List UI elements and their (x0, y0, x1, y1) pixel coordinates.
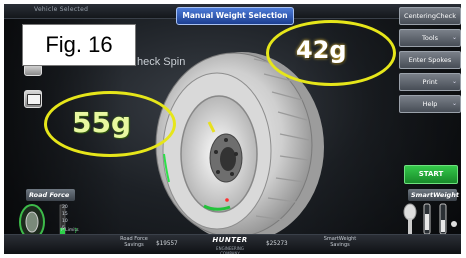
road-force-button[interactable]: Road Force (26, 189, 75, 201)
hunter-tagline: ENGINEERING COMPANY (216, 246, 244, 254)
smartweight-savings-label: SmartWeight Savings (323, 236, 357, 248)
print-button[interactable]: Print ⌄ (399, 73, 461, 91)
left-weight-highlight (44, 91, 176, 157)
enter-spokes-button[interactable]: Enter Spokes (399, 51, 461, 69)
figure-label: Fig. 16 (22, 24, 136, 66)
right-weight-highlight (266, 20, 396, 86)
hunter-logo: HUNTER (212, 236, 248, 244)
smartweight-savings-value: $25273 (266, 240, 288, 247)
right-menu: CenteringCheck Tools ⌄ Enter Spokes Print… (399, 7, 461, 117)
chevron-down-icon: ⌄ (451, 100, 457, 107)
start-button[interactable]: START (404, 165, 458, 184)
road-force-savings-value: $19557 (156, 240, 178, 247)
laser-dot (225, 198, 229, 202)
help-button[interactable]: Help ⌄ (399, 95, 461, 113)
figure-frame: Vehicle Selected Manual Weight Selection (0, 0, 466, 258)
smartweight-button[interactable]: SmartWeight (408, 189, 459, 201)
tools-button[interactable]: Tools ⌄ (399, 29, 461, 47)
centering-check-button[interactable]: CenteringCheck (399, 7, 461, 25)
chevron-down-icon: ⌄ (451, 34, 457, 41)
manual-book-icon[interactable] (24, 90, 42, 108)
road-force-savings-label: Road Force Savings (120, 236, 148, 248)
hub-cap (220, 147, 236, 171)
chevron-down-icon: ⌄ (451, 78, 457, 85)
check-spin-label: heck Spin (137, 56, 186, 68)
